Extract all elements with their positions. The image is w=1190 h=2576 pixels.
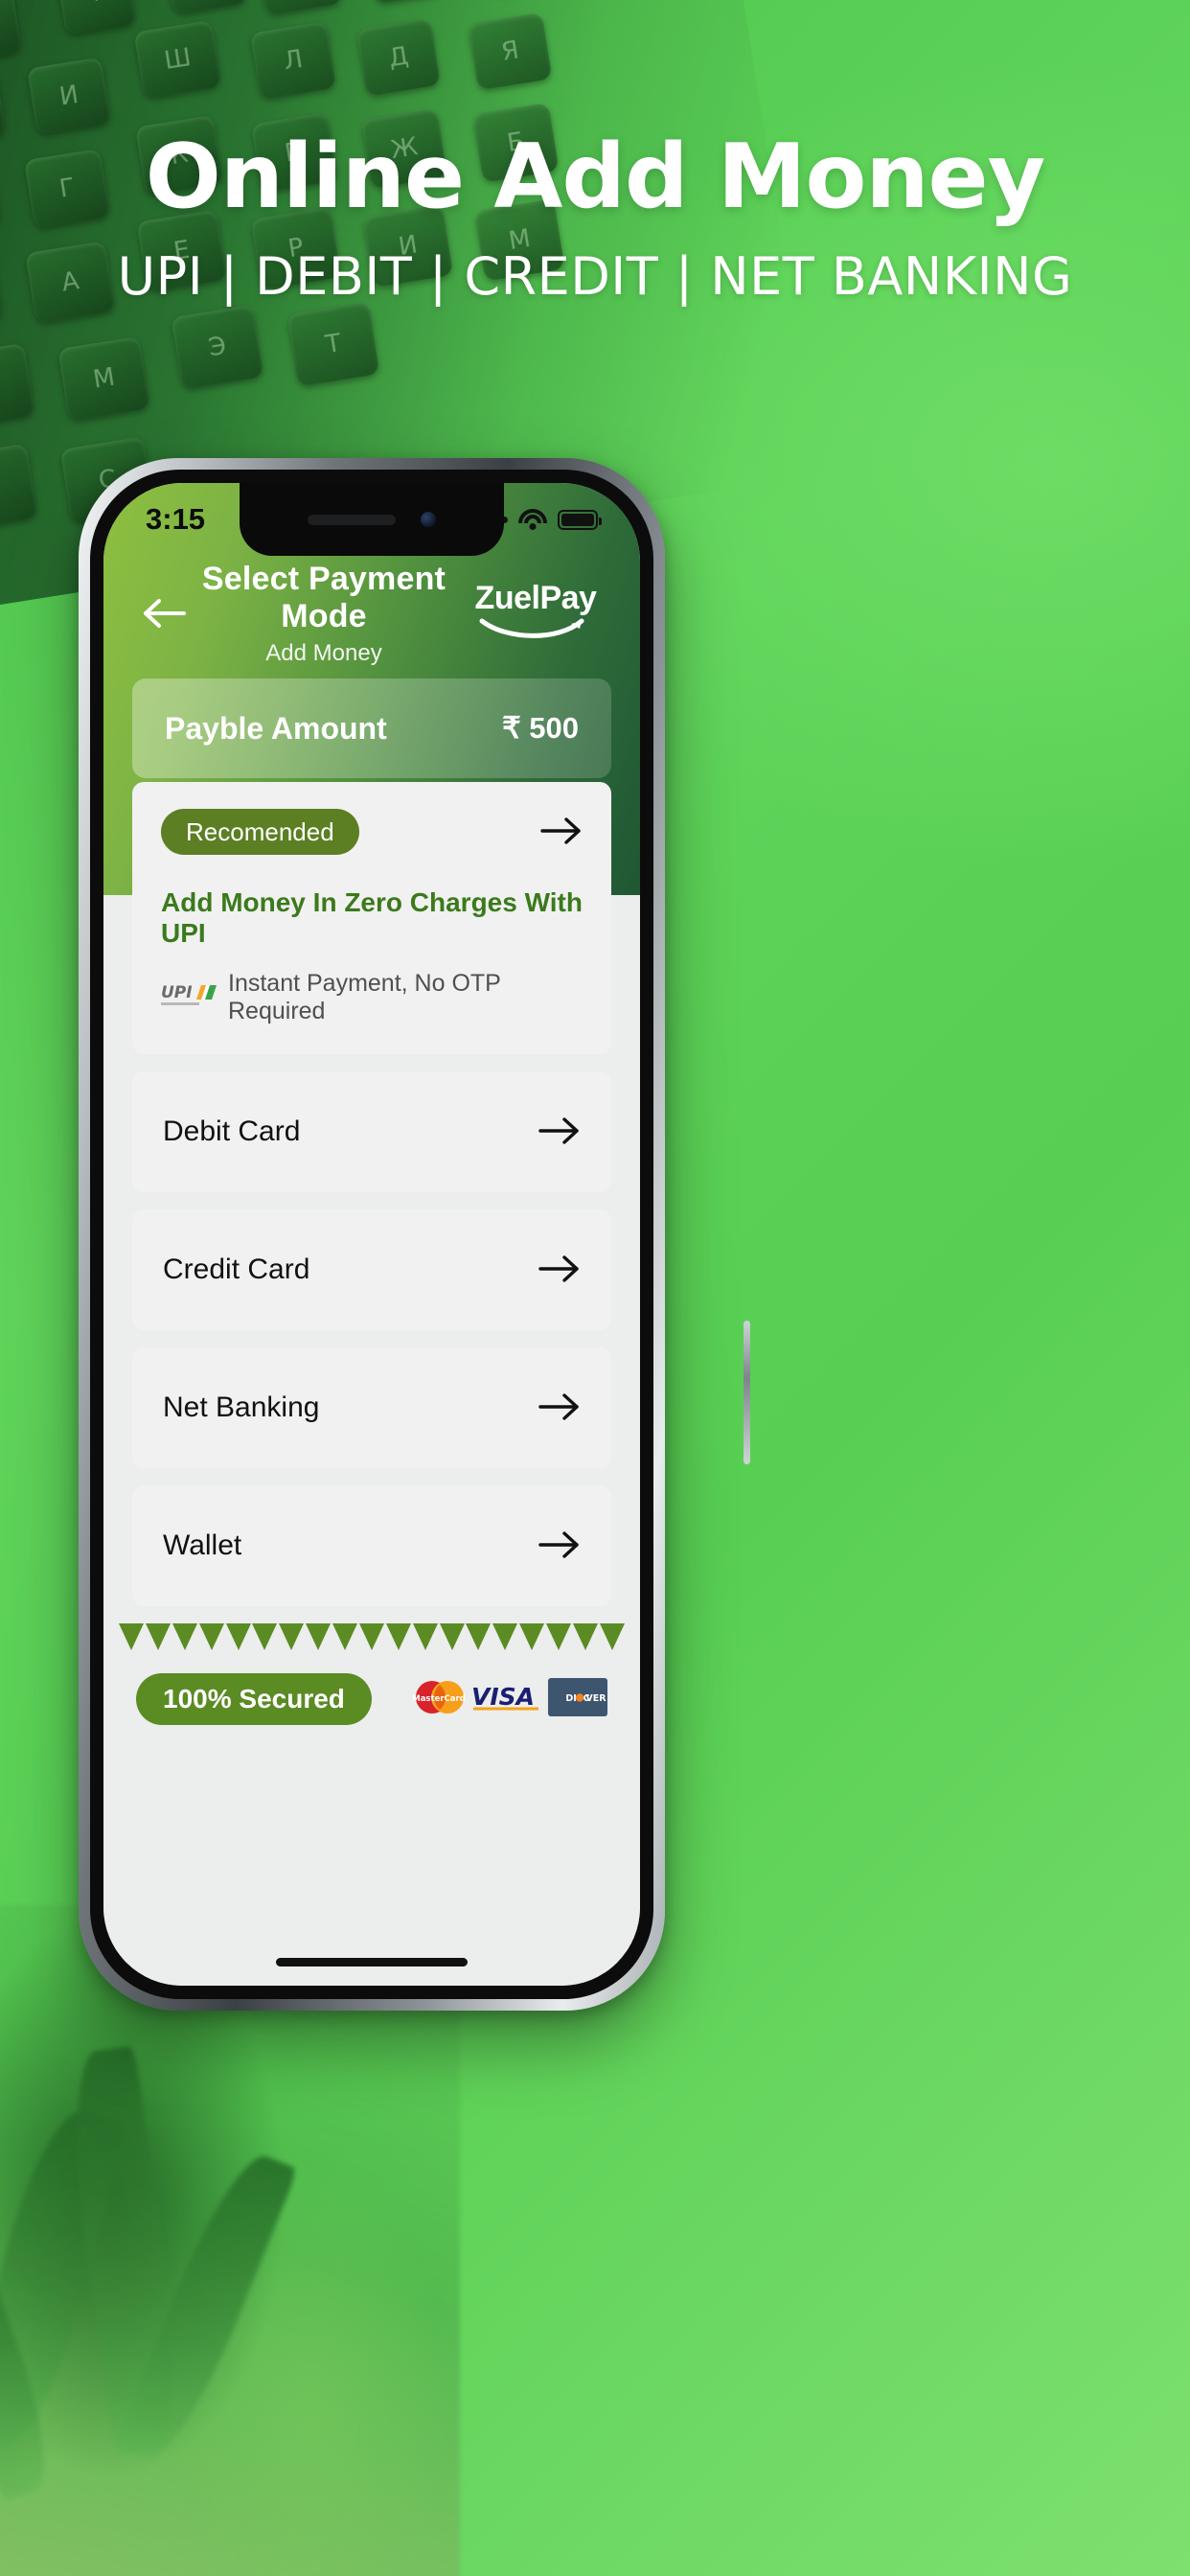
- keyboard-key: Т: [286, 301, 380, 387]
- phone-power-button: [744, 1321, 750, 1464]
- poster-canvas: &*9O:?7ИШЛДЯУГКПЖБЧАЕРИМVМЭТСС Online Ad…: [0, 0, 1190, 2576]
- card-network-logos: MasterCard VISA VER: [372, 1677, 607, 1721]
- payment-option-label: Wallet: [163, 1530, 242, 1561]
- zigzag-tooth: [252, 1623, 278, 1650]
- svg-text:VISA: VISA: [471, 1683, 535, 1711]
- brand-name: ZuelPay: [474, 580, 597, 616]
- keyboard-key: Э: [171, 304, 264, 390]
- poster-text-block: Online Add Money UPI | DEBIT | CREDIT | …: [0, 125, 1190, 308]
- payable-amount-value: ₹ 500: [501, 711, 579, 745]
- payment-option-label: Debit Card: [163, 1116, 301, 1147]
- secured-footer: 100% Secured MasterCard VISA VER: [103, 1623, 640, 1725]
- page-subtitle: UPI | DEBIT | CREDIT | NET BANKING: [117, 246, 1073, 307]
- keyboard-key: Я: [468, 12, 553, 91]
- front-camera-icon: [421, 512, 436, 527]
- recommended-note-row: UPI Instant Payment, No OTP Required: [161, 970, 583, 1025]
- zigzag-tooth: [385, 1623, 411, 1650]
- arrow-right-icon[interactable]: [538, 1112, 581, 1152]
- payment-methods-list: Recomended Add Money In Zero Charges Wit…: [103, 782, 640, 1986]
- svg-text:MasterCard: MasterCard: [412, 1694, 466, 1704]
- arrow-right-icon[interactable]: [538, 1388, 581, 1428]
- zigzag-tooth: [279, 1623, 305, 1650]
- zigzag-tooth: [358, 1623, 384, 1650]
- keyboard-key: V: [0, 342, 35, 428]
- zigzag-tooth: [145, 1623, 171, 1650]
- recommended-note-text: Instant Payment, No OTP Required: [228, 970, 501, 1024]
- visa-logo-icon: VISA: [468, 1680, 548, 1719]
- payment-option-net-banking[interactable]: Net Banking: [132, 1347, 611, 1468]
- phone-bezel: 3:15 Select Payment Mode Add Money ZuelP…: [90, 470, 653, 1999]
- arrow-right-icon[interactable]: [540, 812, 583, 852]
- keyboard-key: 9: [164, 0, 248, 15]
- keyboard-key: М: [57, 335, 151, 422]
- discover-logo-icon: DISC VER: [547, 1677, 607, 1721]
- zigzag-tooth: [439, 1623, 465, 1650]
- zigzag-tooth: [332, 1623, 357, 1650]
- keyboard-key: *: [57, 0, 137, 35]
- status-clock: 3:15: [146, 502, 206, 536]
- zigzag-tooth: [546, 1623, 571, 1650]
- page-title: Online Add Money: [145, 125, 1046, 228]
- zigzag-tooth: [306, 1623, 332, 1650]
- secured-badge: 100% Secured: [136, 1673, 372, 1725]
- keyboard-key: Ш: [133, 20, 222, 99]
- phone-screen: 3:15 Select Payment Mode Add Money ZuelP…: [103, 483, 640, 1986]
- zigzag-tooth: [466, 1623, 492, 1650]
- phone-notch: [240, 483, 504, 556]
- payment-option-rows: Debit Card Credit Card Net Banking Wallet: [132, 1071, 611, 1606]
- zigzag-divider: [103, 1623, 640, 1650]
- mastercard-logo-icon: MasterCard: [410, 1678, 468, 1721]
- zigzag-tooth: [198, 1623, 224, 1650]
- zigzag-tooth: [119, 1623, 144, 1650]
- zuelpay-logo: ZuelPay: [464, 582, 607, 645]
- payment-option-debit-card[interactable]: Debit Card: [132, 1071, 611, 1192]
- battery-full-icon: [558, 509, 602, 530]
- payment-option-credit-card[interactable]: Credit Card: [132, 1209, 611, 1330]
- recommended-upi-card[interactable]: Recomended Add Money In Zero Charges Wit…: [132, 782, 611, 1054]
- zigzag-tooth: [412, 1623, 438, 1650]
- app-bar: Select Payment Mode Add Money ZuelPay: [103, 556, 640, 671]
- zigzag-tooth: [519, 1623, 545, 1650]
- recommended-badge: Recomended: [161, 809, 359, 855]
- payment-option-label: Credit Card: [163, 1254, 310, 1285]
- app-bar-titles: Select Payment Mode Add Money: [184, 561, 464, 667]
- zigzag-tooth: [492, 1623, 518, 1650]
- keyboard-key: Л: [250, 21, 337, 100]
- keyboard-key: Д: [355, 18, 441, 97]
- svg-text:VER: VER: [585, 1693, 606, 1704]
- phone-mockup: 3:15 Select Payment Mode Add Money ZuelP…: [79, 458, 750, 2011]
- arrow-right-icon[interactable]: [538, 1250, 581, 1290]
- keyboard-key: И: [27, 57, 112, 135]
- recommended-title: Add Money In Zero Charges With UPI: [161, 887, 583, 948]
- keyboard-key: :: [366, 0, 446, 4]
- keyboard-key: O: [257, 0, 343, 15]
- swoosh-icon: [464, 615, 607, 645]
- svg-text:UPI: UPI: [161, 983, 193, 1002]
- zigzag-tooth: [172, 1623, 197, 1650]
- recommended-card-top-row: Recomended: [161, 809, 583, 855]
- upi-logo-icon: UPI: [161, 982, 217, 1014]
- home-indicator: [276, 1958, 468, 1966]
- secured-row: 100% Secured MasterCard VISA VER: [103, 1650, 640, 1725]
- keyboard-key: С: [0, 443, 38, 531]
- zigzag-tooth: [572, 1623, 598, 1650]
- zigzag-tooth: [225, 1623, 251, 1650]
- payment-option-label: Net Banking: [163, 1392, 320, 1423]
- earpiece-speaker-icon: [308, 514, 396, 525]
- zigzag-tooth: [599, 1623, 625, 1650]
- keyboard-key: &: [0, 0, 23, 63]
- payment-option-wallet[interactable]: Wallet: [132, 1485, 611, 1606]
- arrow-right-icon[interactable]: [538, 1526, 581, 1566]
- payable-amount-label: Payble Amount: [165, 710, 387, 746]
- app-bar-title: Select Payment Mode: [201, 560, 446, 634]
- app-bar-subtitle: Add Money: [265, 639, 382, 666]
- wifi-icon: [518, 509, 547, 530]
- payable-amount-bar: Payble Amount ₹ 500: [132, 678, 611, 778]
